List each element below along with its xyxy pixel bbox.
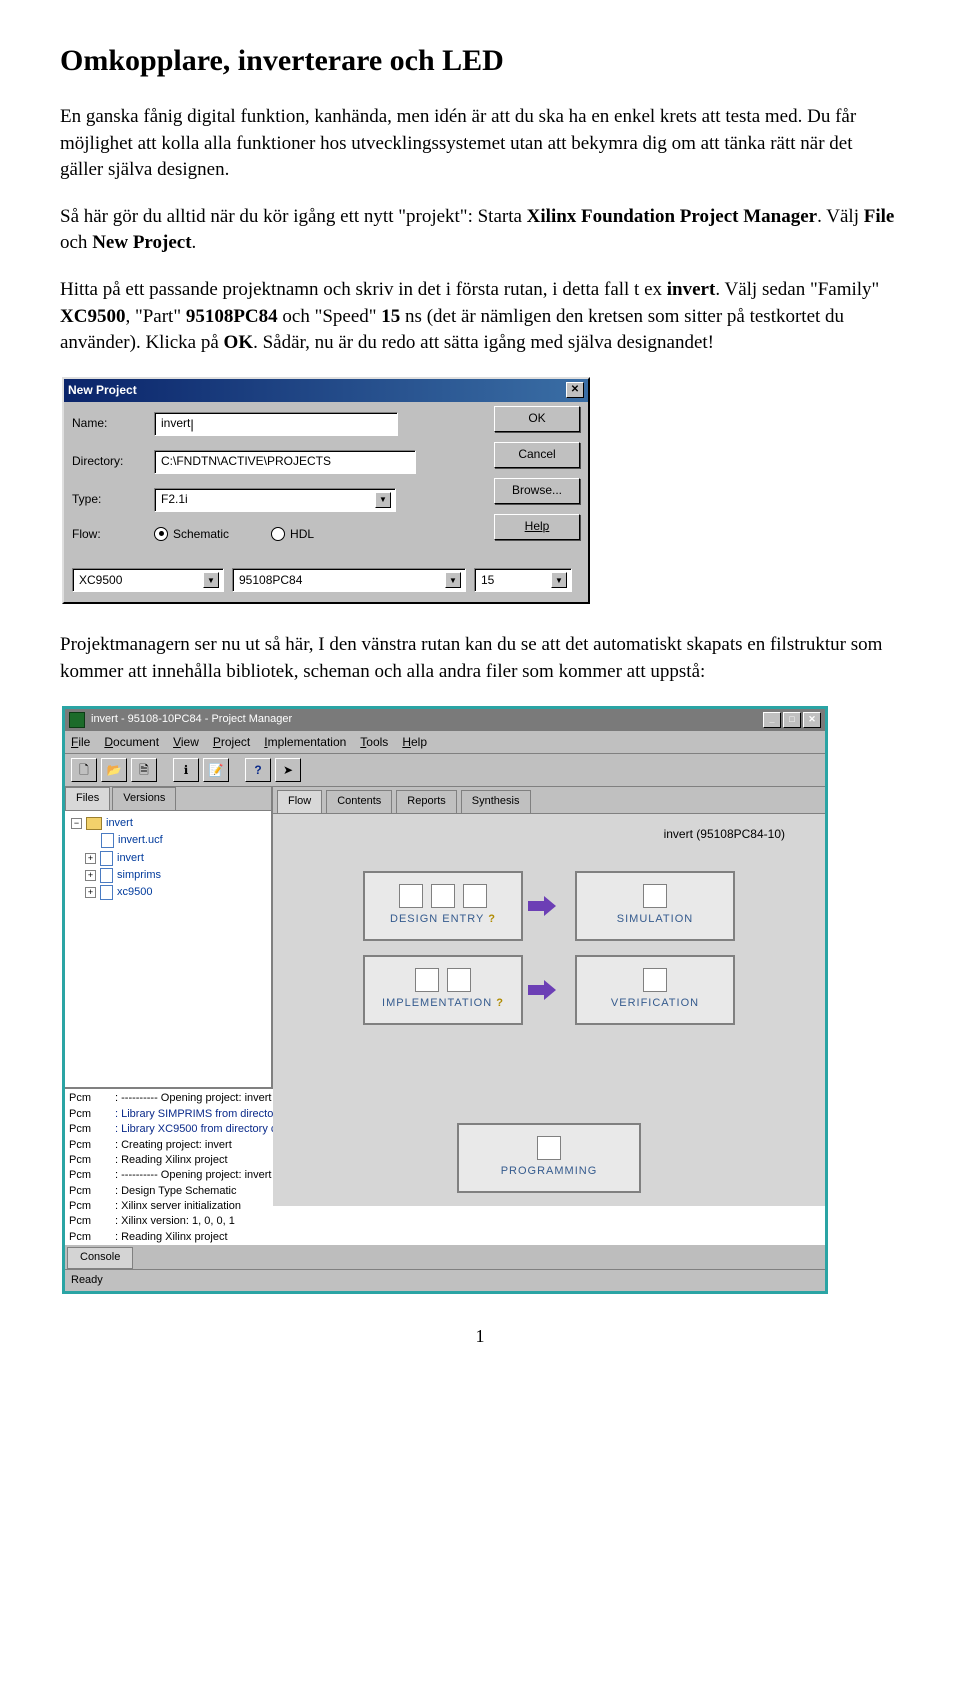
toolbar-info-icon[interactable]: ℹ — [173, 758, 199, 782]
pm-title-text: invert - 95108-10PC84 - Project Manager — [91, 712, 292, 727]
expand-icon[interactable]: + — [85, 870, 96, 881]
impl-icon — [447, 968, 471, 992]
flow-project-label: invert (95108PC84-10) — [664, 826, 785, 843]
tree-item[interactable]: +xc9500 — [71, 884, 265, 901]
paragraph-1: En ganska fånig digital funktion, kanhän… — [60, 104, 900, 184]
dialog-title: New Project — [68, 382, 137, 399]
family-select[interactable]: XC9500▼ — [72, 568, 224, 592]
tab-synthesis[interactable]: Synthesis — [461, 790, 531, 812]
tree-item[interactable]: invert.ucf — [71, 832, 265, 849]
ok-button[interactable]: OK — [494, 406, 580, 432]
toolbar: 🗋 📂 🗎 ℹ 📝 ? ➤ — [65, 754, 825, 787]
file-icon — [100, 885, 113, 900]
name-input[interactable]: invert| — [154, 412, 398, 436]
maximize-icon[interactable]: □ — [783, 712, 801, 728]
new-project-dialog: New Project ✕ OK Cancel Browse... Help N… — [62, 377, 900, 605]
file-icon — [100, 868, 113, 883]
radio-on-icon — [154, 527, 168, 541]
menu-view[interactable]: View — [173, 734, 199, 751]
name-label: Name: — [72, 415, 154, 432]
expand-icon[interactable]: + — [85, 887, 96, 898]
menu-file[interactable]: File — [71, 734, 90, 751]
minimize-icon[interactable]: _ — [763, 712, 781, 728]
tab-files[interactable]: Files — [65, 787, 110, 809]
toolbar-help-icon[interactable]: ? — [245, 758, 271, 782]
toolbar-note-icon[interactable]: 📝 — [203, 758, 229, 782]
radio-off-icon — [271, 527, 285, 541]
file-icon — [101, 833, 114, 848]
console-tab[interactable]: Console — [67, 1247, 133, 1268]
flow-arrow-icon — [527, 979, 557, 1001]
sim-icon — [643, 884, 667, 908]
folder-icon — [86, 817, 102, 830]
flow-simulation[interactable]: SIMULATION — [575, 871, 735, 941]
tab-versions[interactable]: Versions — [112, 787, 176, 809]
pm-titlebar: invert - 95108-10PC84 - Project Manager … — [65, 709, 825, 731]
status-bar: Ready — [65, 1269, 825, 1291]
verify-icon — [643, 968, 667, 992]
log-row: Pcm: Reading Xilinx project — [69, 1230, 821, 1245]
flow-implementation[interactable]: IMPLEMENTATION ? — [363, 955, 523, 1025]
toolbar-new-icon[interactable]: 🗋 — [71, 758, 97, 782]
page-title: Omkopplare, inverterare och LED — [60, 40, 900, 82]
flow-panel: invert (95108PC84-10) DESIGN ENTRY ? SIM… — [273, 814, 825, 1206]
paragraph-3: Hitta på ett passande projektnamn och sk… — [60, 277, 900, 357]
dialog-titlebar: New Project ✕ — [64, 379, 588, 402]
expand-icon[interactable]: + — [85, 853, 96, 864]
impl-icon — [415, 968, 439, 992]
project-tree: − invert invert.ucf +invert +simprims +x… — [65, 811, 271, 1088]
close-icon[interactable]: ✕ — [566, 382, 584, 398]
tab-reports[interactable]: Reports — [396, 790, 457, 812]
flow-arrow-icon — [527, 895, 557, 917]
directory-label: Directory: — [72, 453, 154, 470]
menu-tools[interactable]: Tools — [360, 734, 388, 751]
hdl-icon — [463, 884, 487, 908]
fsm-icon — [431, 884, 455, 908]
toolbar-doc-icon[interactable]: 🗎 — [131, 758, 157, 782]
app-icon — [69, 712, 85, 728]
menu-bar: File Document View Project Implementatio… — [65, 731, 825, 755]
help-button[interactable]: Help — [494, 514, 580, 540]
flow-verification[interactable]: VERIFICATION — [575, 955, 735, 1025]
collapse-icon[interactable]: − — [71, 818, 82, 829]
log-row: Pcm: Xilinx version: 1, 0, 0, 1 — [69, 1214, 821, 1229]
paragraph-2: Så här gör du alltid när du kör igång et… — [60, 204, 900, 257]
close-icon[interactable]: ✕ — [803, 712, 821, 728]
flow-programming[interactable]: PROGRAMMING — [457, 1123, 641, 1193]
directory-input[interactable]: C:\FNDTN\ACTIVE\PROJECTS — [154, 450, 416, 474]
chevron-down-icon: ▼ — [445, 572, 461, 588]
chevron-down-icon: ▼ — [375, 492, 391, 508]
tab-flow[interactable]: Flow — [277, 790, 322, 812]
project-manager-window: invert - 95108-10PC84 - Project Manager … — [62, 706, 900, 1295]
type-select[interactable]: F2.1i▼ — [154, 488, 396, 512]
cancel-button[interactable]: Cancel — [494, 442, 580, 468]
browse-button[interactable]: Browse... — [494, 478, 580, 504]
prog-icon — [537, 1136, 561, 1160]
flow-design-entry[interactable]: DESIGN ENTRY ? — [363, 871, 523, 941]
schematic-icon — [399, 884, 423, 908]
tree-item[interactable]: +invert — [71, 850, 265, 867]
tree-root[interactable]: − invert — [71, 815, 265, 832]
menu-help[interactable]: Help — [402, 734, 427, 751]
part-select[interactable]: 95108PC84▼ — [232, 568, 466, 592]
tab-contents[interactable]: Contents — [326, 790, 392, 812]
flow-hdl-radio[interactable]: HDL — [271, 526, 314, 543]
toolbar-pointer-icon[interactable]: ➤ — [275, 758, 301, 782]
page-number: 1 — [60, 1324, 900, 1349]
speed-select[interactable]: 15▼ — [474, 568, 572, 592]
menu-project[interactable]: Project — [213, 734, 250, 751]
flow-schematic-radio[interactable]: Schematic — [154, 526, 229, 543]
chevron-down-icon: ▼ — [551, 572, 567, 588]
type-label: Type: — [72, 491, 154, 508]
flow-label: Flow: — [72, 526, 154, 543]
menu-implementation[interactable]: Implementation — [264, 734, 346, 751]
menu-document[interactable]: Document — [104, 734, 159, 751]
toolbar-open-icon[interactable]: 📂 — [101, 758, 127, 782]
tree-item[interactable]: +simprims — [71, 867, 265, 884]
chevron-down-icon: ▼ — [203, 572, 219, 588]
file-icon — [100, 851, 113, 866]
paragraph-4: Projektmanagern ser nu ut så här, I den … — [60, 632, 900, 685]
